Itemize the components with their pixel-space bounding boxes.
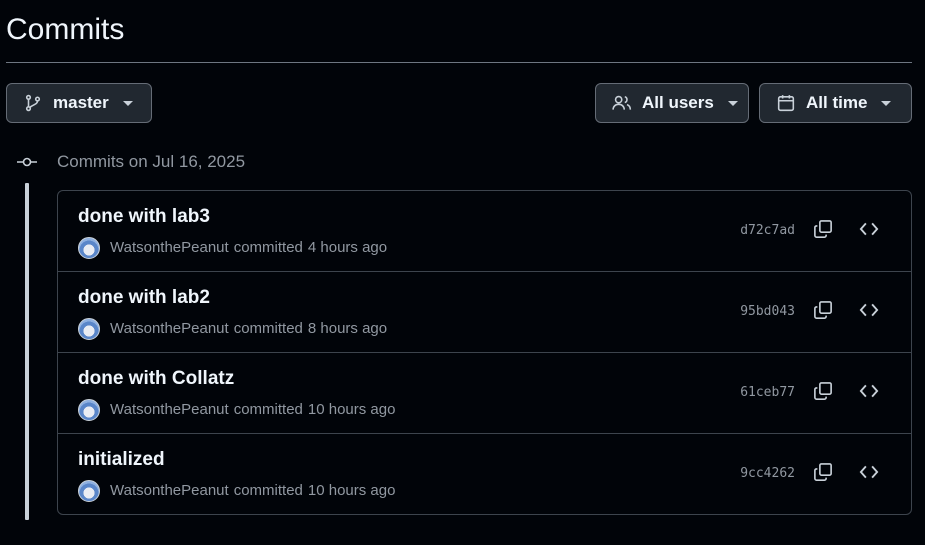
avatar[interactable] [78, 237, 100, 259]
browse-repo-button[interactable] [855, 298, 883, 326]
commit-time: 10 hours ago [307, 401, 396, 418]
chevron-down-icon [727, 100, 738, 106]
copy-sha-button[interactable] [809, 460, 837, 488]
avatar[interactable] [78, 399, 100, 421]
avatar[interactable] [78, 318, 100, 340]
commit-group-heading: Commits on Jul 16, 2025 [57, 152, 246, 171]
git-branch-icon [23, 93, 43, 113]
commit-meta: WatsonthePeanut committed 10 hours ago [78, 479, 395, 503]
commit-action: committed [233, 401, 303, 418]
browse-repo-button[interactable] [855, 379, 883, 407]
calendar-icon [776, 93, 796, 113]
commit-row: done with Collatz WatsonthePeanut commit… [58, 353, 911, 434]
commit-sha-link[interactable]: d72c7ad [740, 221, 795, 241]
code-icon [859, 300, 879, 325]
commit-time: 4 hours ago [307, 239, 388, 256]
copy-icon [813, 462, 833, 487]
author-link[interactable]: WatsonthePeanut [110, 479, 229, 503]
copy-icon [813, 219, 833, 244]
author-link[interactable]: WatsonthePeanut [110, 317, 229, 341]
code-icon [859, 381, 879, 406]
commit-sha-link[interactable]: 9cc4262 [740, 464, 795, 484]
users-filter-button[interactable]: All users [595, 83, 749, 123]
commit-time: 10 hours ago [307, 482, 396, 499]
commit-row: done with lab2 WatsonthePeanut committed… [58, 272, 911, 353]
browse-repo-button[interactable] [855, 460, 883, 488]
git-commit-icon [17, 152, 37, 172]
commit-title-link[interactable]: initialized [78, 448, 165, 472]
browse-repo-button[interactable] [855, 217, 883, 245]
copy-sha-button[interactable] [809, 298, 837, 326]
users-filter-label: All users [642, 93, 714, 112]
author-link[interactable]: WatsonthePeanut [110, 398, 229, 422]
avatar[interactable] [78, 480, 100, 502]
commit-action: committed [233, 320, 303, 337]
time-filter-label: All time [806, 93, 868, 112]
people-icon [612, 93, 632, 113]
commit-list: done with lab3 WatsonthePeanut committed… [57, 190, 912, 515]
commit-title-link[interactable]: done with lab2 [78, 286, 210, 310]
commit-title-link[interactable]: done with Collatz [78, 367, 234, 391]
copy-sha-button[interactable] [809, 379, 837, 407]
commit-time: 8 hours ago [307, 320, 388, 337]
copy-icon [813, 381, 833, 406]
commit-row: initialized WatsonthePeanut committed 10… [58, 434, 911, 514]
commit-action: committed [233, 239, 303, 256]
code-icon [859, 462, 879, 487]
code-icon [859, 219, 879, 244]
commit-meta: WatsonthePeanut committed 10 hours ago [78, 398, 395, 422]
branch-selector-button[interactable]: master [6, 83, 152, 123]
commit-action: committed [233, 482, 303, 499]
branch-label: master [53, 93, 109, 112]
commit-meta: WatsonthePeanut committed 4 hours ago [78, 236, 387, 260]
chevron-down-icon [122, 100, 133, 106]
commit-sha-link[interactable]: 95bd043 [740, 302, 795, 322]
commit-sha-link[interactable]: 61ceb77 [740, 383, 795, 403]
commit-row: done with lab3 WatsonthePeanut committed… [58, 191, 911, 272]
page-title: Commits [6, 13, 125, 46]
title-divider [6, 62, 912, 63]
copy-sha-button[interactable] [809, 217, 837, 245]
commit-meta: WatsonthePeanut committed 8 hours ago [78, 317, 387, 341]
author-link[interactable]: WatsonthePeanut [110, 236, 229, 260]
time-filter-button[interactable]: All time [759, 83, 912, 123]
copy-icon [813, 300, 833, 325]
timeline-line [25, 183, 29, 520]
chevron-down-icon [881, 100, 892, 106]
commit-title-link[interactable]: done with lab3 [78, 205, 210, 229]
